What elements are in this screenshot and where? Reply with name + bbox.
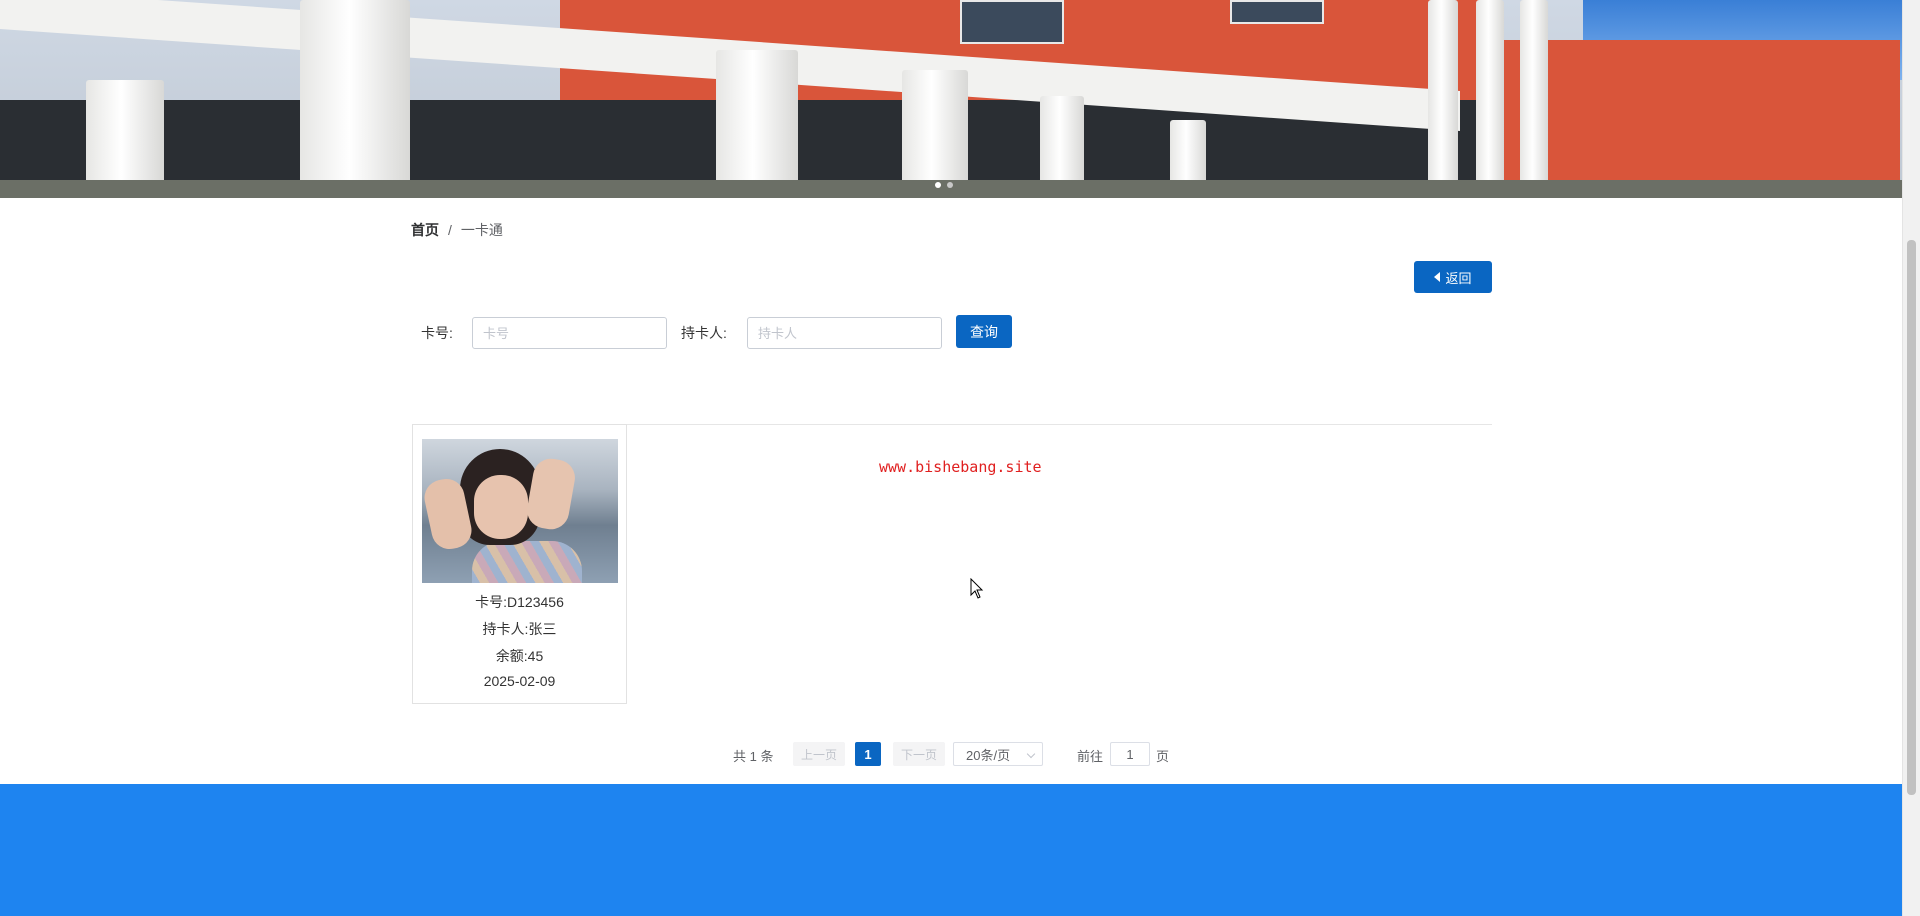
carousel-dot[interactable] [935, 182, 941, 188]
watermark-text: www.bishebang.site [879, 458, 1042, 476]
page-size-value: 20条/页 [966, 747, 1011, 763]
prev-page-button[interactable]: 上一页 [793, 742, 845, 766]
banner-column [1476, 0, 1504, 190]
banner-column [1428, 0, 1458, 190]
banner-column [716, 50, 798, 198]
card-no-input[interactable] [472, 317, 667, 349]
page-number-1[interactable]: 1 [855, 742, 881, 766]
back-button[interactable]: 返回 [1414, 261, 1492, 293]
query-button[interactable]: 查询 [956, 315, 1012, 348]
caret-left-icon [1434, 272, 1441, 282]
banner-column [1520, 0, 1548, 190]
card-no-label: 卡号: [421, 325, 453, 341]
card-balance: 余额:45 [495, 648, 544, 664]
page-footer [0, 784, 1903, 916]
breadcrumb-separator: / [448, 222, 452, 238]
breadcrumb-current: 一卡通 [460, 222, 503, 238]
chevron-down-icon [1026, 749, 1036, 759]
hero-banner [0, 0, 1903, 198]
carousel-dot[interactable] [947, 182, 953, 188]
goto-label: 前往 [1077, 749, 1104, 764]
scrollbar-thumb[interactable] [1907, 240, 1916, 795]
holder-input[interactable] [747, 317, 942, 349]
carousel-indicators[interactable] [935, 182, 953, 188]
breadcrumb: 首页 / 一卡通 [411, 220, 503, 240]
next-page-button[interactable]: 下一页 [893, 742, 945, 766]
card-number: 卡号:D123456 [475, 594, 564, 610]
card-list-item[interactable]: 卡号:D123456 持卡人:张三 余额:45 2025-02-09 [412, 424, 627, 704]
page-size-select[interactable]: 20条/页 [953, 742, 1043, 766]
pagination-total: 共 1 条 [733, 749, 774, 764]
breadcrumb-home[interactable]: 首页 [411, 222, 439, 238]
mouse-cursor-icon [970, 578, 984, 599]
card-holder: 持卡人:张三 [482, 621, 557, 637]
vertical-scrollbar[interactable] [1902, 0, 1920, 916]
banner-column [902, 70, 968, 198]
banner-column [300, 0, 410, 198]
holder-label: 持卡人: [681, 325, 727, 341]
goto-unit: 页 [1156, 749, 1170, 764]
back-button-label: 返回 [1445, 270, 1472, 286]
banner-window [1230, 0, 1324, 24]
banner-window [960, 0, 1064, 44]
goto-page-input[interactable] [1110, 742, 1150, 766]
card-holder-photo [422, 439, 618, 583]
card-date: 2025-02-09 [483, 673, 556, 689]
